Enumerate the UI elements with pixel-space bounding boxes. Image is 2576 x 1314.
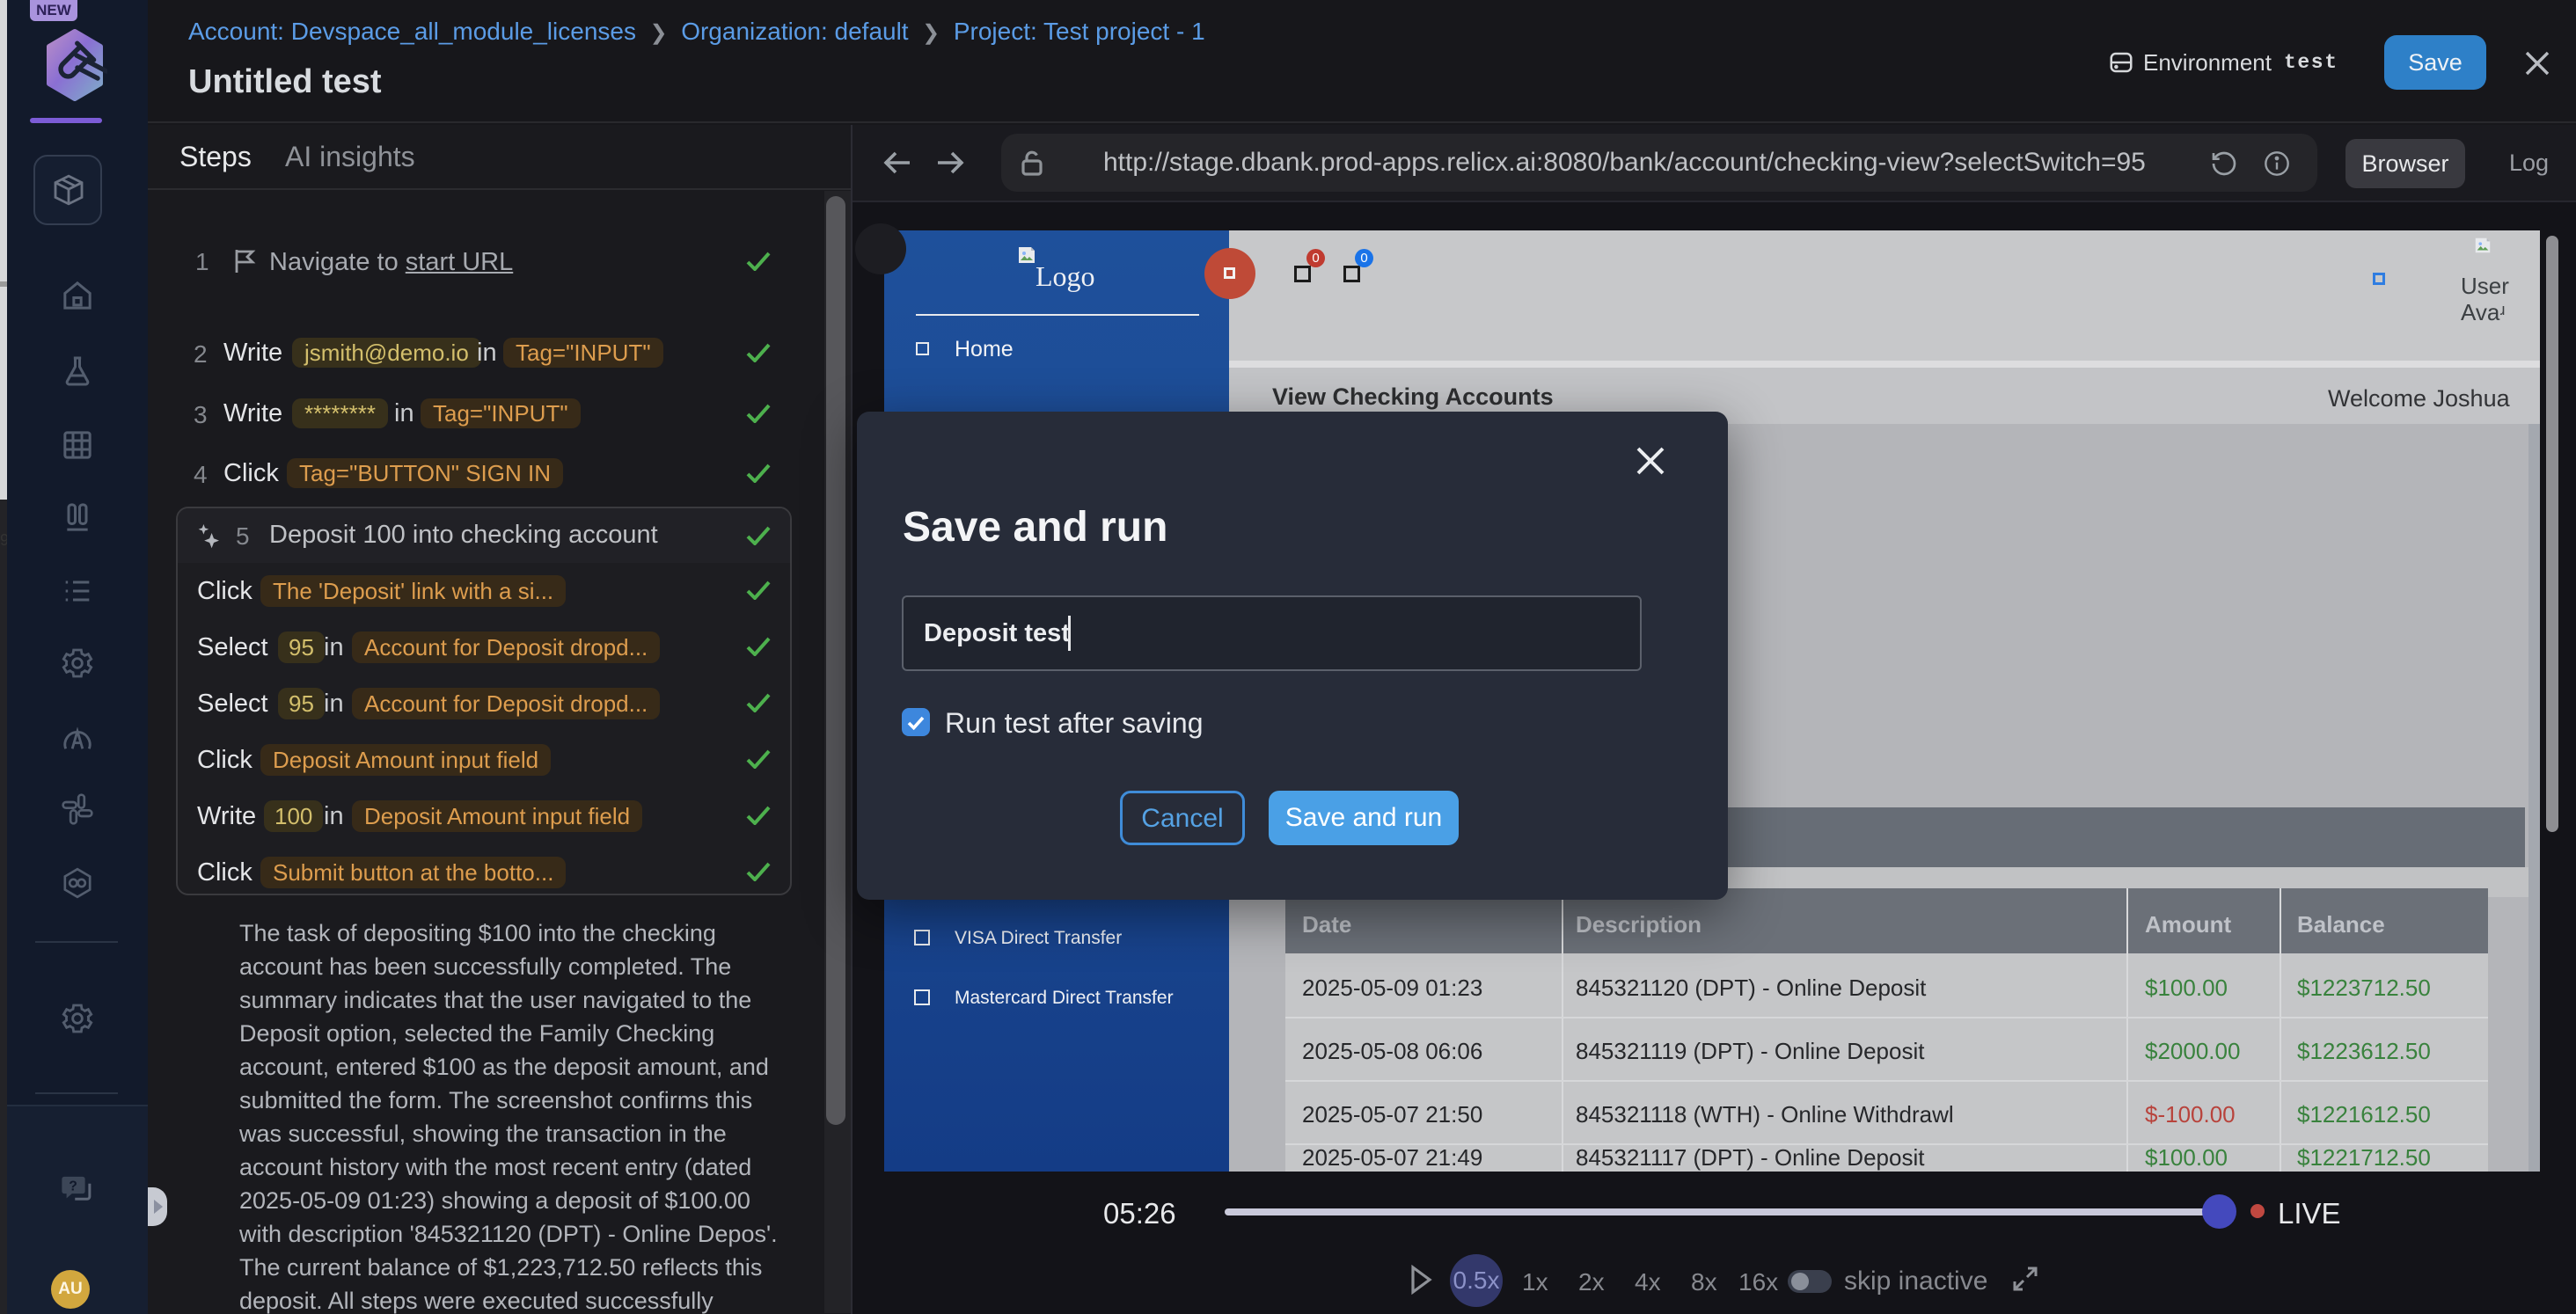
svg-text:?: ? (69, 1179, 77, 1194)
